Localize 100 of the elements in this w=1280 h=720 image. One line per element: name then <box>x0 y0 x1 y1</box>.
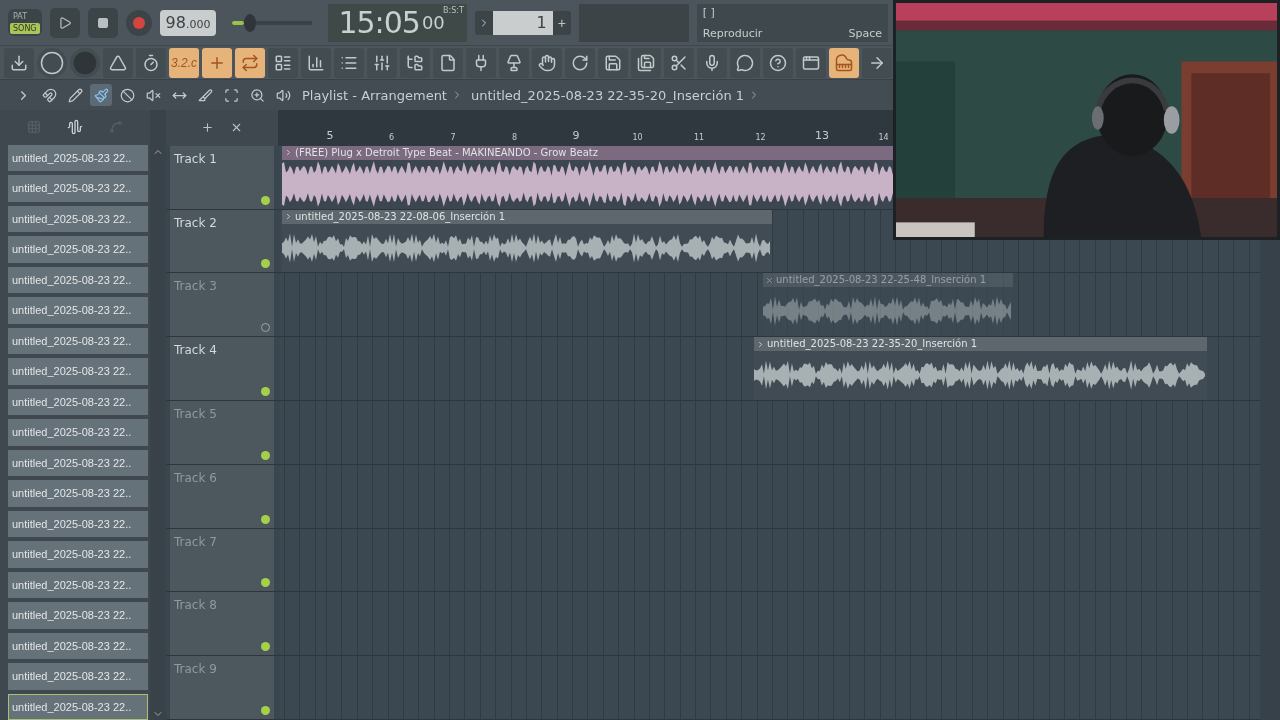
knife-icon <box>197 87 213 103</box>
timer-button[interactable] <box>136 47 166 78</box>
mode-option[interactable]: PAT <box>10 11 40 22</box>
repeat-button[interactable] <box>235 47 265 78</box>
browser-item[interactable]: untitled_2025-08-23 22.. <box>8 388 148 415</box>
scissors-icon <box>670 53 688 72</box>
hand-button[interactable] <box>532 47 562 78</box>
plug-button[interactable] <box>466 47 496 78</box>
browser-item[interactable]: untitled_2025-08-23 22.. <box>8 663 148 690</box>
track-header[interactable]: Track 1 <box>170 145 274 209</box>
mode-switch[interactable]: PAT SONG <box>8 9 42 36</box>
download-button[interactable] <box>4 47 34 78</box>
tempo-display[interactable]: 98.000 <box>159 9 217 36</box>
track-status-dot[interactable] <box>261 514 270 524</box>
save-button[interactable] <box>598 47 628 78</box>
track-header[interactable]: Track 3 <box>170 273 274 337</box>
file-button[interactable] <box>433 47 463 78</box>
zoom-icon <box>249 87 265 103</box>
save-icon <box>604 53 622 72</box>
track-header[interactable]: Track 7 <box>170 528 274 592</box>
scissors-button[interactable] <box>664 47 694 78</box>
track-header[interactable]: Track 2 <box>170 209 274 273</box>
browser-item[interactable]: untitled_2025-08-23 22.. <box>8 419 148 446</box>
browser-item[interactable]: untitled_2025-08-23 22.. <box>8 541 148 568</box>
waveform-tab[interactable] <box>67 119 83 136</box>
pencil-icon <box>67 87 83 103</box>
track-status-dot[interactable] <box>261 578 270 588</box>
browser-item[interactable]: untitled_2025-08-23 22.. <box>8 632 148 659</box>
hint-text: Reproducir <box>702 26 763 40</box>
list-button[interactable] <box>334 47 364 78</box>
track-status-dot[interactable] <box>261 642 270 652</box>
curve-icon <box>109 120 123 135</box>
track-header[interactable]: Track 6 <box>170 464 274 528</box>
slider-thumb[interactable] <box>244 13 257 32</box>
track-header[interactable]: Track 5 <box>170 401 274 464</box>
chat-icon <box>736 53 754 72</box>
magnet-icon <box>41 87 57 103</box>
piano-icon <box>835 53 853 72</box>
browser-item[interactable]: untitled_2025-08-23 22.. <box>8 602 148 629</box>
bar-number: 8 <box>511 132 518 142</box>
arrow-right-button[interactable] <box>862 47 892 78</box>
audio-clip[interactable]: untitled_2025-08-23 22-25-48_Inserción 1 <box>763 273 1013 337</box>
list-button[interactable] <box>268 47 298 78</box>
browser-item[interactable]: untitled_2025-08-23 22.. <box>8 236 148 263</box>
redo-button[interactable] <box>565 47 595 78</box>
audio-clip[interactable]: (FREE) Plug x Detroit Type Beat - MAKINEANDO - Grow Beatz <box>282 145 895 209</box>
chat-button[interactable] <box>730 47 760 78</box>
window-button[interactable] <box>796 47 826 78</box>
brush-tool[interactable] <box>90 84 112 106</box>
browser-item[interactable]: untitled_2025-08-23 22.. <box>8 327 148 354</box>
browser-item[interactable]: untitled_2025-08-23 22.. <box>8 266 148 293</box>
plus-button[interactable] <box>202 47 232 78</box>
help-button[interactable] <box>763 47 793 78</box>
browser-item[interactable]: untitled_2025-08-23 22.. <box>8 449 148 476</box>
typing-button[interactable]: 3.2.c <box>169 47 199 78</box>
save-button[interactable] <box>631 47 661 78</box>
mode-option[interactable]: SONG <box>10 23 40 34</box>
track-status-dot[interactable] <box>261 195 270 205</box>
piano-button[interactable] <box>829 47 859 78</box>
frame-icon <box>223 87 239 103</box>
track-header[interactable]: Track 4 <box>170 337 274 401</box>
browser-item[interactable]: untitled_2025-08-23 22.. <box>8 358 148 385</box>
stop-button[interactable] <box>87 7 118 38</box>
browser-item[interactable]: untitled_2025-08-23 22.. <box>8 693 148 720</box>
browser-item[interactable]: untitled_2025-08-23 22.. <box>8 480 148 507</box>
chevron-icon <box>284 212 293 222</box>
browser-item[interactable]: untitled_2025-08-23 22.. <box>8 175 148 202</box>
bar-number: 7 <box>450 132 456 142</box>
lamp-button[interactable] <box>499 47 529 78</box>
triangle-button[interactable] <box>103 47 133 78</box>
browser-item[interactable]: untitled_2025-08-23 22.. <box>8 510 148 537</box>
track-header[interactable]: Track 9 <box>170 656 274 720</box>
track-status-dot[interactable] <box>261 387 270 397</box>
track-name: Track 4 <box>174 343 218 358</box>
play-button[interactable] <box>49 7 80 38</box>
bar-chart-button[interactable] <box>301 47 331 78</box>
folder-tree-button[interactable] <box>400 47 430 78</box>
browser-item[interactable]: untitled_2025-08-23 22.. <box>8 297 148 324</box>
track-status-dot[interactable] <box>261 706 270 716</box>
add-icon[interactable] <box>201 121 214 135</box>
audio-clip[interactable]: untitled_2025-08-23 22-08-06_Inserción 1 <box>282 209 772 273</box>
track-status-dot[interactable] <box>261 450 270 460</box>
knob[interactable] <box>37 47 67 78</box>
microphone-button[interactable] <box>697 47 727 78</box>
track-name: Track 2 <box>174 215 218 230</box>
track-name: Track 8 <box>174 598 218 613</box>
add-pattern-button[interactable]: + <box>552 10 571 35</box>
track-name: Track 5 <box>174 407 218 422</box>
track-status-dot[interactable] <box>261 259 270 269</box>
sliders-button[interactable] <box>367 47 397 78</box>
pattern-field[interactable]: 1 <box>492 10 553 35</box>
clip-title: untitled_2025-08-23 22-08-06_Inserción 1 <box>295 209 506 224</box>
browser-item[interactable]: untitled_2025-08-23 22.. <box>8 144 148 171</box>
list-icon <box>274 53 292 72</box>
track-header[interactable]: Track 8 <box>170 592 274 656</box>
browser-item[interactable]: untitled_2025-08-23 22.. <box>8 205 148 232</box>
browser-item[interactable]: untitled_2025-08-23 22.. <box>8 571 148 598</box>
timer-icon <box>142 53 160 72</box>
no-entry-icon <box>119 87 135 103</box>
audio-clip[interactable]: untitled_2025-08-23 22-35-20_Inserción 1 <box>754 337 1207 401</box>
